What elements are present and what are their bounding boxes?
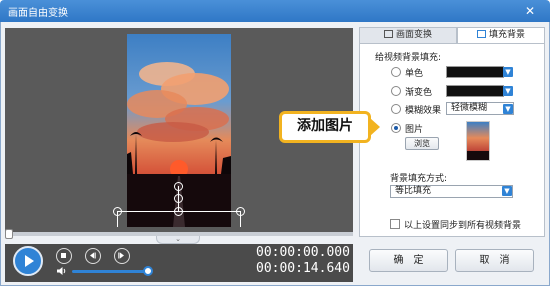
blur-level-value: 轻微模糊	[451, 103, 488, 113]
window-title: 画面自由变换	[8, 8, 68, 19]
timeline-handle[interactable]	[5, 229, 13, 239]
stop-button[interactable]	[56, 248, 72, 264]
move-handle[interactable]	[174, 194, 183, 203]
next-frame-button[interactable]	[114, 248, 130, 264]
radio-blur[interactable]	[391, 104, 401, 114]
fill-mode-select[interactable]: 等比填充	[390, 185, 513, 198]
title-bar: 画面自由变换 ✕	[0, 0, 550, 22]
resize-handle[interactable]	[236, 207, 245, 216]
callout-arrow	[370, 118, 380, 136]
stop-icon	[61, 253, 66, 258]
fill-mode-value: 等比填充	[395, 186, 432, 196]
radio-gradient-label: 渐变色	[405, 88, 433, 98]
resize-handle[interactable]	[174, 207, 183, 216]
timecode-total: 00:00:14.640	[256, 261, 350, 276]
resize-handle[interactable]	[113, 207, 122, 216]
volume-slider[interactable]	[72, 270, 148, 273]
chevron-down-icon[interactable]: ▼	[503, 104, 513, 114]
tab-transform[interactable]: 画面变换	[359, 27, 457, 43]
fill-mode-title: 背景填充方式:	[390, 174, 448, 184]
chevron-down-icon[interactable]: ▼	[502, 186, 512, 196]
radio-image[interactable]	[391, 123, 401, 133]
radio-solid[interactable]	[391, 67, 401, 77]
solid-color-picker[interactable]	[446, 66, 504, 78]
volume-icon[interactable]	[56, 266, 68, 276]
chevron-down-icon[interactable]: ▼	[503, 86, 513, 96]
volume-knob[interactable]	[143, 266, 153, 276]
transform-icon	[383, 30, 393, 38]
next-frame-icon	[118, 252, 124, 259]
radio-image-label: 图片	[405, 125, 424, 135]
fill-section-title: 给视频背景填充:	[375, 53, 442, 63]
browse-button[interactable]: 浏览	[405, 137, 439, 150]
callout-label: 添加图片	[279, 111, 371, 143]
gradient-color-picker[interactable]	[446, 85, 504, 97]
tab-fill-background[interactable]: 填充背景	[457, 27, 545, 43]
prev-frame-button[interactable]	[85, 248, 101, 264]
chevron-down-icon[interactable]: ▼	[503, 67, 513, 77]
play-icon	[25, 255, 34, 267]
prev-frame-icon	[90, 252, 96, 259]
play-button[interactable]	[13, 246, 43, 276]
timecode-current: 00:00:00.000	[256, 245, 350, 260]
expand-panel-button[interactable]: ⌄	[156, 236, 200, 244]
tab-fill-label: 填充背景	[488, 30, 525, 40]
radio-solid-label: 单色	[405, 69, 424, 79]
cancel-button[interactable]: 取 消	[455, 249, 534, 272]
sync-label: 以上设置同步到所有视频背景	[404, 221, 522, 231]
sync-checkbox[interactable]	[390, 219, 400, 229]
radio-gradient[interactable]	[391, 86, 401, 96]
ok-button[interactable]: 确 定	[369, 249, 448, 272]
tab-transform-label: 画面变换	[395, 30, 432, 40]
image-thumbnail	[466, 121, 490, 161]
rotate-handle[interactable]	[174, 182, 183, 191]
fill-icon	[476, 30, 486, 38]
radio-blur-label: 模糊效果	[405, 106, 442, 116]
close-button[interactable]: ✕	[518, 3, 542, 19]
